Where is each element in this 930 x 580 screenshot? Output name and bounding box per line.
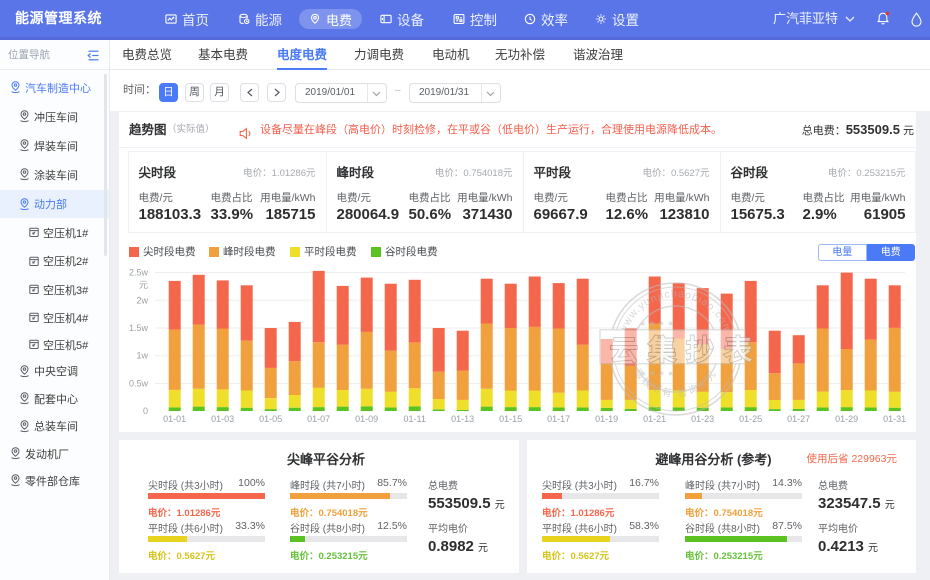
svg-text:01-27: 01-27	[787, 414, 810, 424]
svg-text:01-19: 01-19	[595, 414, 618, 424]
svg-text:01-11: 01-11	[404, 414, 426, 424]
svg-text:01-13: 01-13	[451, 414, 474, 424]
svg-text:01-09: 01-09	[355, 414, 378, 424]
svg-text:01-05: 01-05	[259, 414, 282, 424]
svg-text:2w: 2w	[136, 295, 148, 305]
svg-text:01-03: 01-03	[211, 414, 234, 424]
svg-text:01-23: 01-23	[691, 414, 714, 424]
svg-text:01-01: 01-01	[163, 414, 186, 424]
svg-text:★ ★ ★ ★: ★ ★ ★ ★	[639, 319, 674, 328]
svg-text:01-15: 01-15	[499, 414, 522, 424]
svg-text:0: 0	[143, 406, 148, 416]
svg-text:元: 元	[139, 280, 148, 290]
svg-text:01-31: 01-31	[883, 414, 906, 424]
svg-text:01-21: 01-21	[643, 414, 666, 424]
svg-text:★ ★ ★ ★: ★ ★ ★ ★	[639, 369, 674, 378]
svg-text:1.5w: 1.5w	[129, 323, 149, 333]
svg-text:01-17: 01-17	[547, 414, 570, 424]
svg-text:1w: 1w	[136, 351, 148, 361]
svg-text:01-25: 01-25	[739, 414, 762, 424]
svg-text:2.5w: 2.5w	[129, 268, 149, 278]
svg-text:01-07: 01-07	[307, 414, 330, 424]
svg-text:01-29: 01-29	[835, 414, 858, 424]
svg-text:云集抄表: 云集抄表	[610, 335, 762, 366]
svg-text:0.5w: 0.5w	[129, 378, 149, 388]
